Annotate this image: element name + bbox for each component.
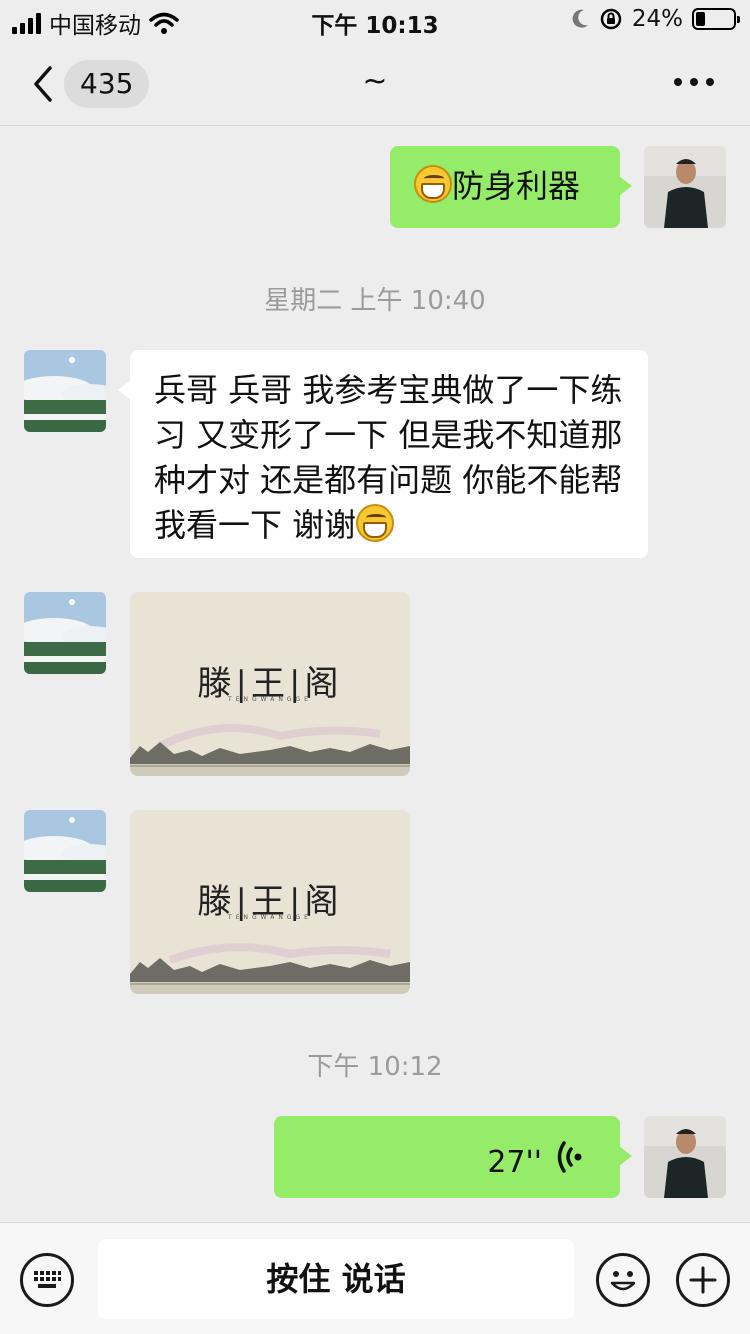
voice-message-bubble[interactable]: 27'' [274,1116,632,1198]
contact-avatar[interactable] [24,350,106,432]
battery-fill [696,12,705,26]
grin-emoji-icon [414,165,452,203]
message-text: 防身利器 [452,167,581,205]
sent-message-bubble[interactable]: 防身利器 [390,146,632,228]
battery-percent: 24% [631,6,683,32]
chat-header: 435 ~ [0,40,750,126]
timestamp: 星期二 上午 10:40 [264,286,486,316]
keyboard-icon[interactable] [20,1253,74,1307]
image-message[interactable]: 滕|王|阁 TENGWANGGE [130,810,410,994]
moon-icon [572,9,588,28]
contact-avatar[interactable] [24,592,106,674]
received-message-bubble[interactable]: 兵哥 兵哥 我参考宝典做了一下练习 又变形了一下 但是我不知道那种才对 还是都有… [118,350,648,558]
status-bar: 中国移动 下午 10:13 24% [0,0,750,40]
voice-wave-icon [557,1141,582,1173]
emoji-icon[interactable] [596,1253,650,1307]
plus-icon[interactable] [676,1253,730,1307]
battery-icon [692,8,740,30]
more-icon[interactable] [674,78,714,86]
image-logo-subtitle: TENGWANGGE [228,914,312,921]
grin-emoji-icon [356,504,395,542]
input-bar: 按住 说话 [0,1222,750,1334]
image-message[interactable]: 滕|王|阁 TENGWANGGE [130,592,410,776]
timestamp: 下午 10:12 [307,1052,443,1082]
contact-avatar[interactable] [24,810,106,892]
image-logo-subtitle: TENGWANGGE [228,696,312,703]
chat-title: ~ [362,64,388,99]
rotation-lock-icon [600,8,622,30]
my-avatar[interactable] [644,1116,726,1198]
hold-to-talk-button[interactable]: 按住 说话 [98,1239,574,1319]
my-avatar[interactable] [644,146,726,228]
voice-duration: 27'' [487,1145,542,1180]
